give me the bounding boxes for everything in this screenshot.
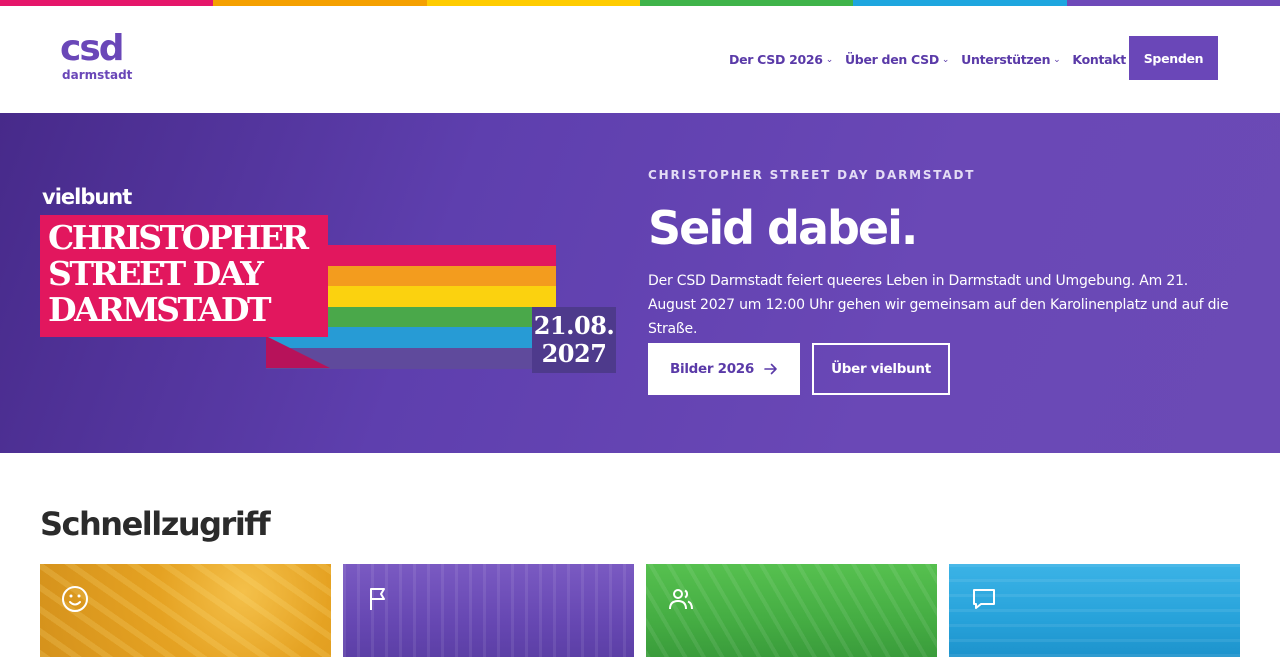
poster-date-year: 2027 [541,339,607,368]
arrow-right-icon [764,363,777,375]
quick-access-cards [40,564,1240,657]
nav-item-ueber-den-csd[interactable]: Über den CSD ⌄ [844,52,950,67]
nav-item-kontakt[interactable]: Kontakt ⌄ [1072,52,1136,67]
hero-description: Der CSD Darmstadt feiert queeres Leben i… [648,273,1229,337]
nav-item-label: Kontakt [1072,52,1126,67]
poster-date-day: 21.08. [533,311,615,340]
bilder-2026-button[interactable]: Bilder 2026 [648,343,800,395]
quick-access-title: Schnellzugriff [40,505,271,543]
nav-item-label: Über den CSD [844,52,939,67]
quick-access-card[interactable] [343,564,634,657]
nav-item-label: Unterstützen [961,52,1051,67]
nav-item-der-csd-2026[interactable]: Der CSD 2026 ⌄ [729,52,833,67]
poster-date: 21.08. 2027 [532,307,616,373]
event-poster: vielbunt CHRISTOPHER STREET DAY DARMSTAD… [40,185,620,385]
poster-title-box: CHRISTOPHER STREET DAY DARMSTADT [40,215,328,337]
quick-access-card[interactable] [40,564,331,657]
poster-title-line: STREET DAY [48,254,264,293]
chat-bubble-icon [973,589,995,609]
site-header: csd darmstadt Der CSD 2026 ⌄ Über den CS… [0,6,1280,113]
flag-icon [370,588,385,610]
main-nav: Der CSD 2026 ⌄ Über den CSD ⌄ Unterstütz… [729,52,1137,67]
button-label: Bilder 2026 [670,361,754,377]
chevron-down-icon: ⌄ [825,54,834,65]
csd-logo[interactable]: csd darmstadt [60,28,133,86]
quick-access-card[interactable] [646,564,937,657]
quick-access-card[interactable] [949,564,1240,657]
hero-section: vielbunt CHRISTOPHER STREET DAY DARMSTAD… [0,113,1280,453]
poster-brand: vielbunt [42,185,132,209]
hero-eyebrow: CHRISTOPHER STREET DAY DARMSTADT [648,168,976,182]
chevron-down-icon: ⌄ [941,54,950,65]
people-icon [669,589,693,610]
logo-town: darmstadt [62,68,133,82]
ueber-vielbunt-button[interactable]: Über vielbunt [812,343,950,395]
poster-title-line: DARMSTADT [48,290,272,329]
smiley-icon [62,586,88,612]
nav-item-label: Der CSD 2026 [729,52,823,67]
nav-item-unterstuetzen[interactable]: Unterstützen ⌄ [961,52,1061,67]
logo-mark: csd [60,28,125,69]
donate-button[interactable]: Spenden [1129,36,1218,80]
poster-title-line: CHRISTOPHER [48,218,309,257]
ribbon-fold [266,336,330,368]
hero-title: Seid dabei. [648,201,918,255]
chevron-down-icon: ⌄ [1053,54,1061,65]
